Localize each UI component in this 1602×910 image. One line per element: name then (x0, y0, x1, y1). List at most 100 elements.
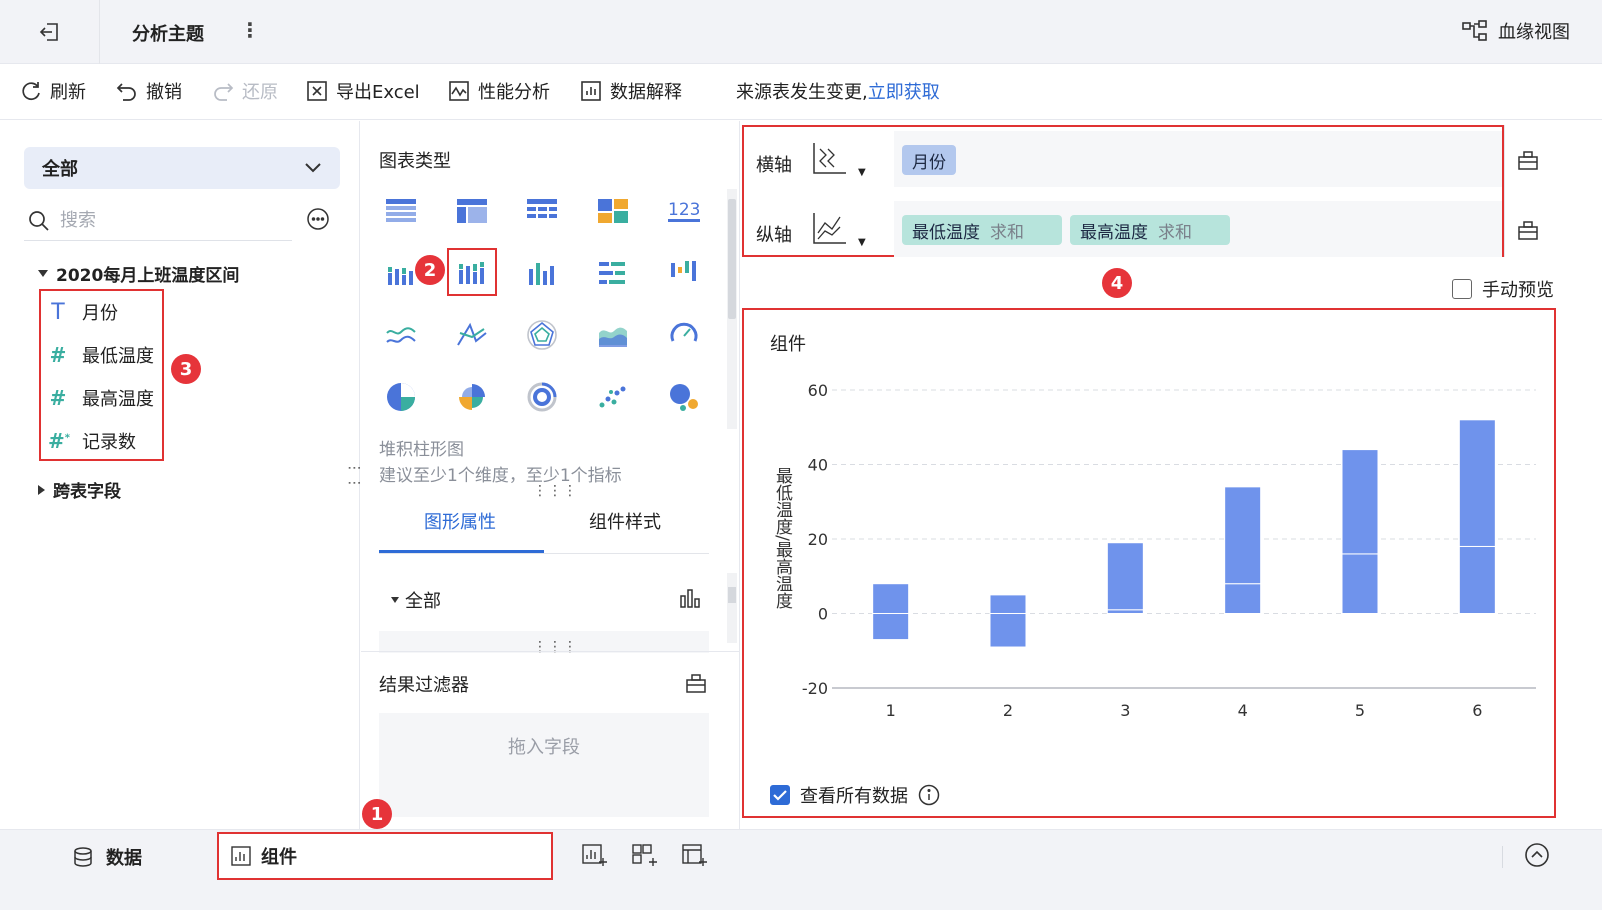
lineage-icon (1462, 20, 1487, 41)
chart-types-scroll-thumb[interactable] (728, 199, 736, 319)
chevron-down-icon (305, 163, 321, 173)
resize-handle-icon[interactable]: ⋮⋮ (346, 461, 362, 491)
performance-icon (449, 81, 469, 101)
x-axis-dropdown-icon[interactable]: ▼ (858, 167, 866, 178)
chart-type-dashboard-icon[interactable] (595, 193, 631, 229)
x-axis-drop-zone[interactable]: 月份 (894, 131, 1502, 187)
x-tick-label: 4 (1238, 701, 1248, 720)
bottom-tab-data[interactable]: 数据 (72, 844, 142, 870)
props-scrollbar[interactable] (727, 573, 737, 643)
y-tick-label: 60 (808, 381, 828, 400)
perf-analysis-button[interactable]: 性能分析 (448, 78, 550, 104)
x-axis-settings-icon[interactable] (1517, 150, 1539, 170)
filter-drop-zone[interactable]: 拖入字段 (379, 713, 709, 817)
bar-segment (872, 583, 910, 615)
chart-type-line-icon[interactable] (383, 317, 419, 353)
page-title: 分析主题 (132, 24, 204, 45)
view-all-data-toggle[interactable]: 查看所有数据 (770, 782, 940, 808)
info-icon[interactable] (918, 784, 940, 806)
x-axis-icon[interactable] (810, 141, 850, 177)
y-axis-dropdown-icon[interactable]: ▼ (858, 237, 866, 248)
chart-type-scatter-icon[interactable] (595, 379, 631, 415)
split-handle-icon[interactable]: ⋮⋮⋮ (533, 639, 578, 655)
chart-config-panel: 图表类型 123 2 堆积柱形图 建议至少1个维度，至少1个指标 ⋮⋮⋮ 图形属… (361, 121, 740, 847)
bar-chart-icon[interactable] (679, 588, 701, 608)
filter-settings-icon[interactable] (685, 673, 707, 693)
y-axis-settings-icon[interactable] (1517, 220, 1539, 240)
chart-type-horizontal-bar-icon[interactable] (595, 255, 631, 291)
expand-triangle-icon (38, 270, 48, 277)
bar-segment (872, 613, 910, 641)
refresh-button[interactable]: 刷新 (20, 78, 86, 104)
bottom-tab-component[interactable]: 组件 (217, 832, 553, 880)
undo-button[interactable]: 撤销 (116, 78, 182, 104)
bar-segment (1224, 583, 1262, 615)
manual-preview-toggle[interactable]: 手动预览 (1452, 276, 1554, 302)
more-vertical-icon[interactable]: ⋮ (240, 18, 260, 42)
field-item-month[interactable]: T 月份 (48, 299, 118, 325)
count-field-icon: #* (48, 429, 70, 453)
chart-type-rose-icon[interactable] (454, 379, 490, 415)
search-input[interactable] (60, 210, 260, 231)
chart-type-waterfall-icon[interactable] (666, 255, 702, 291)
bar-segment (989, 594, 1027, 614)
field-panel: 全部 2020每月上班温度区间 T 月份 # 最低温度 # 最高温度 #* 记录… (0, 121, 362, 847)
chart-type-area-icon[interactable] (595, 317, 631, 353)
add-table-icon[interactable] (682, 844, 708, 868)
top-bar: 分析主题 ⋮ 血缘视图 (0, 0, 1602, 64)
props-scroll-thumb[interactable] (728, 587, 736, 603)
bar-segment (1458, 545, 1496, 614)
add-component-icon[interactable] (582, 844, 608, 868)
x-field-pill-month[interactable]: 月份 (902, 145, 956, 175)
chart-type-percent-bar-icon[interactable] (524, 255, 560, 291)
view-all-data-checkbox[interactable] (770, 785, 790, 805)
y-field-pill-min-temp[interactable]: 最低温度 求和 (902, 215, 1062, 245)
collapsed-triangle-icon (38, 484, 45, 495)
toolbar: 刷新 撤销 还原 导出Excel 性能分析 数据解释 来源表发生变更,立即获取 (0, 64, 1602, 120)
export-excel-button[interactable]: 导出Excel (306, 78, 420, 104)
bar-segment (1341, 449, 1379, 555)
chart-type-table-icon[interactable] (383, 193, 419, 229)
chart-type-bubble-icon[interactable] (666, 379, 702, 415)
chart-type-kpi-icon[interactable]: 123 (666, 193, 702, 229)
bar-segment (1341, 553, 1379, 614)
cross-table-fields-node[interactable]: 跨表字段 (38, 477, 121, 502)
y-axis-drop-zone[interactable]: 最低温度 求和 最高温度 求和 (894, 201, 1502, 257)
add-dashboard-icon[interactable] (632, 844, 658, 868)
collapse-panel-button[interactable] (1524, 842, 1550, 868)
chart-type-radar-icon[interactable] (524, 317, 560, 353)
chart-type-grouped-bar-icon[interactable] (383, 255, 419, 291)
tab-graphic-properties[interactable]: 图形属性 (424, 508, 496, 534)
y-axis-title: 最低温度/最高温度 (772, 467, 793, 609)
y-tick-label: -20 (802, 679, 828, 698)
y-field-pill-max-temp[interactable]: 最高温度 求和 (1070, 215, 1230, 245)
chart-type-donut-icon[interactable] (524, 379, 560, 415)
data-explain-button[interactable]: 数据解释 (580, 78, 682, 104)
field-item-record-count[interactable]: #* 记录数 (48, 428, 136, 454)
field-item-min-temp[interactable]: # 最低温度 (48, 342, 154, 368)
scope-select[interactable]: 全部 (24, 147, 340, 189)
exit-button[interactable] (0, 0, 100, 64)
chart-type-stacked-bar-icon[interactable] (447, 248, 497, 296)
fetch-now-link[interactable]: 立即获取 (868, 82, 940, 103)
bar-segment (1224, 486, 1262, 585)
annotation-badge-4: 4 (1102, 268, 1132, 298)
props-all-node[interactable]: 全部 (391, 587, 441, 613)
chart-type-detail-table-icon[interactable] (524, 193, 560, 229)
y-tick-label: 20 (808, 530, 828, 549)
manual-preview-checkbox[interactable] (1452, 279, 1472, 299)
lineage-view-button[interactable]: 血缘视图 (1462, 18, 1570, 44)
number-field-icon: # (49, 386, 67, 410)
field-item-max-temp[interactable]: # 最高温度 (48, 385, 154, 411)
divider (361, 651, 740, 652)
chart-type-line-bar-icon[interactable] (454, 317, 490, 353)
chart-type-pie-icon[interactable] (383, 379, 419, 415)
chart-type-gauge-icon[interactable] (666, 317, 702, 353)
checkmark-icon (773, 790, 787, 801)
table-node[interactable]: 2020每月上班温度区间 (38, 261, 239, 286)
more-options-icon[interactable] (306, 207, 330, 231)
redo-button[interactable]: 还原 (212, 78, 278, 104)
tab-component-style[interactable]: 组件样式 (589, 508, 661, 534)
y-axis-icon[interactable] (810, 211, 850, 247)
chart-type-pivot-icon[interactable] (454, 193, 490, 229)
